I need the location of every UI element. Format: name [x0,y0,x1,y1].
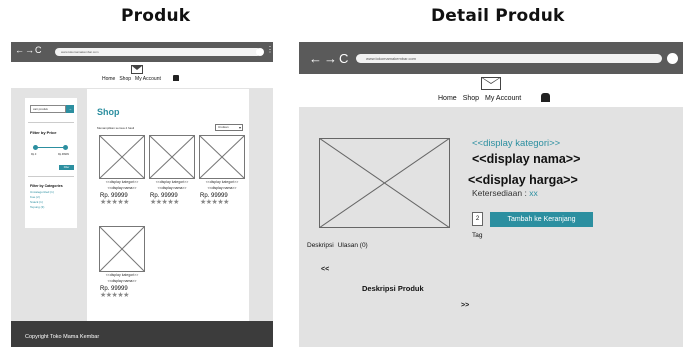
product-card[interactable]: <<display kategori>> <<display nama>> Rp… [148,135,196,207]
chevron-down-icon: ▾ [238,125,241,130]
product-rating: ★★★★★ [100,292,129,299]
detail-name: <<display nama>> [472,152,581,166]
shop-panel: Shop Menampilkan semua 4 hasil Urutkan ▾… [87,89,249,347]
tab-reviews[interactable]: Ulasan (0) [338,242,368,249]
product-name: <<display nama>> [157,186,187,190]
category-link[interactable]: Uncategorized (1) [30,190,54,194]
stock-value: xx [529,188,538,198]
product-name: <<display nama>> [207,186,237,190]
browser-bar: ←→C www.tokomamakembar.com [299,42,683,74]
nav-links: Home Shop My Account [438,95,521,102]
detail-produk-mockup: ←→C www.tokomamakembar.com Home Shop My … [299,42,683,347]
tag-label: Tag [472,232,483,239]
prev-button[interactable]: << [321,266,329,273]
top-navigation: Home Shop My Account [299,74,683,107]
kebab-menu-icon[interactable]: ⋮ [266,46,273,54]
product-name: <<display nama>> [107,186,137,190]
nav-my-account[interactable]: My Account [135,76,161,82]
product-category: <<display kategori>> [155,180,189,184]
nav-shop[interactable]: Shop [119,76,131,82]
nav-home[interactable]: Home [102,76,115,82]
product-image-placeholder [99,226,145,272]
browser-nav-arrows[interactable]: ←→C [309,51,350,66]
produk-heading: Produk [121,6,191,26]
profile-icon[interactable] [256,48,264,56]
product-rating: ★★★★★ [100,199,129,206]
product-image-placeholder [319,138,450,228]
top-navigation: Home Shop My Account [11,62,273,88]
address-bar[interactable]: www.tokomamakembar.com [55,48,261,56]
detail-produk-heading: Detail Produk [431,6,565,26]
product-category: <<display kategori>> [105,273,139,277]
product-rating: ★★★★★ [200,199,229,206]
sort-select[interactable]: Urutkan ▾ [215,124,243,131]
divider [28,122,74,123]
product-card[interactable]: <<display kategori>> <<display nama>> Rp… [98,135,146,207]
filter-categories-title: Filter by Categories [30,184,63,188]
detail-tabs: Deskripsi Ulasan (0) [307,242,368,249]
nav-shop[interactable]: Shop [463,95,479,102]
search-button[interactable]: → [66,105,74,113]
price-max-label: Rp.99999 [58,153,69,156]
result-count: Menampilkan semua 4 hasil [97,126,135,130]
envelope-icon[interactable] [481,77,501,90]
shop-sidebar: cari produk → Filter by Price Rp.0 Rp.99… [25,98,77,228]
search-input[interactable]: cari produk [30,105,66,113]
tab-description[interactable]: Deskripsi [307,242,334,249]
product-name: <<display nama>> [107,279,137,283]
shopping-bag-icon[interactable] [173,75,179,81]
product-image-placeholder [99,135,145,179]
shop-title: Shop [97,107,120,117]
produk-mockup: ←→C www.tokomamakembar.com ⋮ Home Shop M… [11,42,273,347]
sort-label: Urutkan [218,125,229,129]
nav-links: Home Shop My Account [102,76,161,82]
product-card[interactable]: <<display kategori>> <<display nama>> Rp… [98,226,146,300]
quantity-input[interactable]: 2 [472,212,483,226]
product-category: <<display kategori>> [205,180,239,184]
address-bar[interactable]: www.tokomamakembar.com [356,54,662,63]
footer-copyright: Copyright Toko Mama Kembar [11,321,273,347]
filter-price-title: Filter by Price [30,130,57,135]
category-link[interactable]: Kue (2) [30,195,40,199]
product-card[interactable]: <<display kategori>> <<display nama>> Rp… [198,135,246,207]
price-min-label: Rp.0 [31,153,37,156]
product-image-placeholder [149,135,195,179]
product-rating: ★★★★★ [150,199,179,206]
shopping-bag-icon[interactable] [541,93,550,102]
nav-my-account[interactable]: My Account [485,95,521,102]
product-category: <<display kategori>> [105,180,139,184]
price-slider-max-handle[interactable] [63,145,68,150]
envelope-icon[interactable] [131,65,143,74]
divider [28,176,74,177]
nav-home[interactable]: Home [438,95,457,102]
category-link[interactable]: Tepung (3) [30,205,44,209]
stock-availability: Ketersediaan : xx [472,188,538,198]
price-slider-min-handle[interactable] [33,145,38,150]
description-title: Deskripsi Produk [362,284,424,293]
category-link[interactable]: Snack (1) [30,200,43,204]
detail-price: <<display harga>> [468,173,578,187]
next-button[interactable]: >> [461,302,469,309]
browser-bar: ←→C www.tokomamakembar.com ⋮ [11,42,273,62]
product-image-placeholder [199,135,245,179]
filter-button[interactable]: Filter [59,165,74,170]
profile-icon[interactable] [667,53,678,64]
detail-category[interactable]: <<display kategori>> [472,138,560,149]
stock-label: Ketersediaan : [472,188,530,198]
price-slider-track[interactable] [33,147,67,148]
add-to-cart-button[interactable]: Tambah ke Keranjang [490,212,593,227]
browser-nav-arrows[interactable]: ←→C [15,45,43,55]
